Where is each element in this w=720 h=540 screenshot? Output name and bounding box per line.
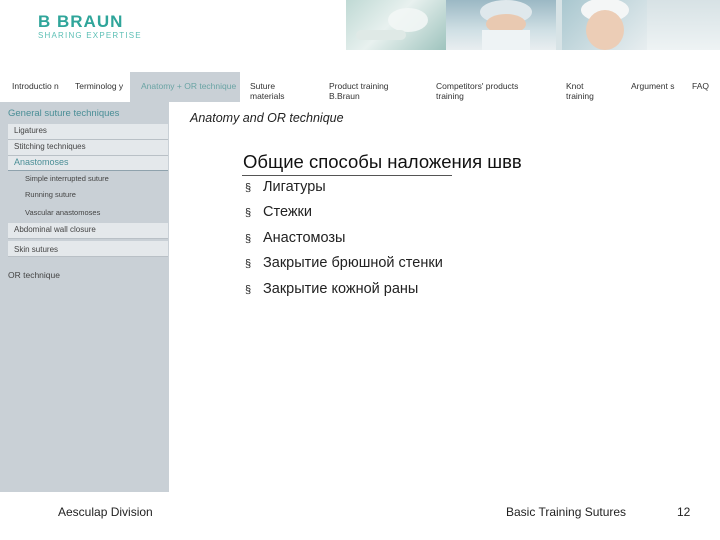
top-navigation: Introductio n Terminolog y Anatomy + OR … (0, 72, 720, 102)
brand-name: B BRAUN (38, 12, 124, 31)
bullet-item: § Лигатуры (245, 179, 326, 195)
bullet-mark-icon: § (245, 207, 252, 219)
sidebar-item-skin-sutures[interactable]: Skin sutures (14, 245, 58, 254)
brand-tagline: SHARING EXPERTISE (38, 31, 142, 40)
sidebar-item-stitching-techniques[interactable]: Stitching techniques (14, 142, 86, 151)
bullet-mark-icon: § (245, 284, 252, 296)
sidebar-subitem-simple-interrupted[interactable]: Simple interrupted suture (25, 174, 109, 183)
sidebar-item-anastomoses[interactable]: Anastomoses (14, 157, 69, 167)
nav-suture-materials[interactable]: Suture materials (250, 72, 310, 102)
nav-terminology[interactable]: Terminolog y (75, 72, 127, 102)
nav-product-training[interactable]: Product training B.Braun (329, 72, 419, 102)
bullet-item: § Анастомозы (245, 230, 346, 246)
bullet-mark-icon: § (245, 258, 252, 270)
nav-knot-training[interactable]: Knot training (566, 72, 611, 102)
photo-gloved-hand (346, 0, 446, 50)
photo-surgeon-masked (446, 0, 556, 50)
bullet-mark-icon: § (245, 182, 252, 194)
bullet-item: § Закрытие брюшной стенки (245, 255, 443, 271)
header-photo-strip (346, 0, 720, 50)
sidebar-subitem-running-suture[interactable]: Running suture (25, 190, 76, 199)
sidebar-item-abdominal-wall-closure[interactable]: Abdominal wall closure (14, 225, 96, 234)
nav-introduction[interactable]: Introductio n (12, 72, 68, 102)
footer-course-title: Basic Training Sutures (506, 505, 627, 519)
page-number: 12 (677, 505, 691, 519)
photo-edge (647, 0, 720, 50)
nav-anatomy-or-technique[interactable]: Anatomy + OR technique (130, 72, 240, 102)
bullet-item: § Стежки (245, 204, 312, 220)
nav-arguments[interactable]: Argument s (631, 72, 675, 102)
sidebar-subitem-vascular[interactable]: Vascular anastomoses (25, 208, 100, 217)
photo-nurse (562, 0, 647, 50)
sidebar-item-ligatures[interactable]: Ligatures (14, 126, 47, 135)
bullet-item: § Закрытие кожной раны (245, 281, 419, 297)
nav-faq[interactable]: FAQ (692, 72, 716, 102)
brand-logo: B BRAUN SHARING EXPERTISE (38, 13, 142, 40)
heading-underline (242, 175, 452, 176)
footer-division: Aesculap Division (58, 505, 153, 519)
bullet-mark-icon: § (245, 233, 252, 245)
slide-heading: Общие способы наложения швв (243, 151, 522, 172)
sidebar-item-or-technique[interactable]: OR technique (8, 270, 60, 280)
nav-competitors-training[interactable]: Competitors' products training (436, 72, 546, 102)
sidebar-title: General suture techniques (8, 108, 120, 119)
section-title: Anatomy and OR technique (190, 111, 344, 125)
